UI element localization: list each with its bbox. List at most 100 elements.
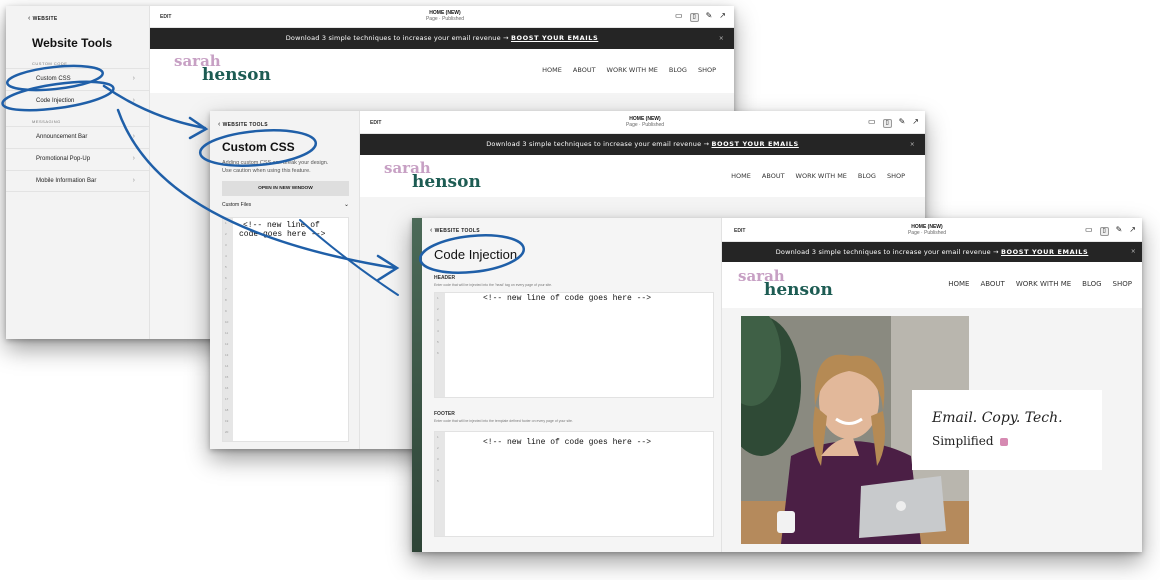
menu-item-announcement-bar[interactable]: Announcement Bar ›	[6, 126, 149, 148]
warning-line2: Use caution when using this feature.	[222, 167, 311, 174]
nav-work-with-me[interactable]: WORK WITH ME	[607, 66, 658, 74]
announcement-link[interactable]: BOOST YOUR EMAILS	[1001, 248, 1088, 256]
warning-line1: Adding custom CSS can break your design.	[222, 160, 329, 166]
nav-shop[interactable]: SHOP	[887, 172, 905, 180]
nav-blog[interactable]: BLOG	[1082, 280, 1101, 288]
header-label: HEADER	[434, 275, 456, 281]
desktop-view-icon[interactable]: ▭	[868, 117, 876, 126]
footer-code-line: <!-- new line of code goes here -->	[483, 438, 652, 447]
page-name: HOME (NEW) Page · Published	[390, 10, 500, 22]
mobile-view-icon[interactable]: ▯	[689, 13, 699, 22]
announcement-bar: Download 3 simple techniques to increase…	[722, 242, 1142, 262]
page-name: HOME (NEW) Page · Published	[872, 224, 982, 236]
menu-item-label: Promotional Pop-Up	[36, 156, 91, 162]
editor-tools: ▭ ▯ ✎ ↗	[861, 117, 919, 128]
chevron-left-icon: ‹	[430, 227, 433, 234]
line-number-gutter: 12345	[435, 432, 445, 536]
panel-title: Website Tools	[32, 36, 113, 50]
site-header: sarah henson HOME ABOUT WORK WITH ME BLOG SH…	[360, 155, 925, 197]
nav-blog[interactable]: BLOG	[669, 66, 687, 74]
mobile-view-icon[interactable]: ▯	[882, 119, 892, 128]
hero-card: Email. Copy. Tech. Simplified	[912, 390, 1102, 470]
expand-icon[interactable]: ↗	[912, 117, 919, 126]
messaging-label: MESSAGING	[32, 119, 61, 124]
chevron-right-icon: ›	[132, 177, 135, 184]
nav-shop[interactable]: SHOP	[1113, 280, 1132, 288]
nav-about[interactable]: ABOUT	[980, 280, 1004, 288]
website-back-link[interactable]: ‹ WEBSITE	[28, 15, 58, 22]
close-icon[interactable]: ×	[1131, 242, 1136, 262]
style-brush-icon[interactable]: ✎	[1116, 225, 1123, 234]
nav-work-with-me[interactable]: WORK WITH ME	[796, 172, 847, 180]
website-tools-back-link[interactable]: ‹ WEBSITE TOOLS	[218, 121, 268, 128]
page-status: Page · Published	[907, 230, 947, 236]
footer-code-editor[interactable]: 12345 <!-- new line of code goes here --…	[434, 431, 714, 537]
close-icon[interactable]: ×	[719, 28, 724, 49]
chevron-right-icon: ›	[132, 155, 135, 162]
custom-files-label: Custom Files	[222, 202, 252, 208]
site-nav: HOME ABOUT WORK WITH ME BLOG SHOP	[937, 280, 1132, 288]
menu-item-mobile-info-bar[interactable]: Mobile Information Bar ›	[6, 170, 149, 192]
edit-button[interactable]: EDIT	[160, 14, 171, 20]
website-tools-back-link[interactable]: ‹ WEBSITE TOOLS	[430, 227, 480, 234]
desktop-view-icon[interactable]: ▭	[1085, 225, 1093, 234]
desktop-view-icon[interactable]: ▭	[675, 11, 683, 20]
header-code-line: <!-- new line of code goes here -->	[483, 294, 652, 303]
chevron-right-icon: ›	[132, 97, 135, 104]
nav-shop[interactable]: SHOP	[698, 66, 716, 74]
site-header: sarah henson HOME ABOUT WORK WITH ME BLOG SH…	[150, 49, 734, 93]
logo-line2: henson	[764, 280, 833, 300]
edit-button[interactable]: EDIT	[370, 120, 381, 126]
nav-blog[interactable]: BLOG	[858, 172, 876, 180]
css-code-editor[interactable]: 1 2 3 4 5 6 7 8 9 10 11 12 13 14 15 16 17 18 19 20 <!-- new…	[222, 217, 349, 442]
header-code-editor[interactable]: 123456 <!-- new line of code goes here -…	[434, 292, 714, 398]
nav-about[interactable]: ABOUT	[573, 66, 596, 74]
edit-button[interactable]: EDIT	[734, 228, 745, 234]
editor-tools: ▭ ▯ ✎ ↗	[1078, 225, 1136, 236]
nav-work-with-me[interactable]: WORK WITH ME	[1016, 280, 1071, 288]
nav-home[interactable]: HOME	[542, 66, 562, 74]
custom-files-dropdown[interactable]: Custom Files ⌄	[222, 202, 349, 208]
announcement-link[interactable]: BOOST YOUR EMAILS	[511, 34, 598, 42]
footer-help: Enter code that will be injected into th…	[434, 419, 573, 423]
menu-item-promotional-popup[interactable]: Promotional Pop-Up ›	[6, 148, 149, 170]
page-status: Page · Published	[625, 122, 665, 128]
menu-item-code-injection[interactable]: Code Injection ›	[6, 90, 149, 112]
hero-subtitle: Simplified	[932, 434, 994, 448]
expand-icon[interactable]: ↗	[1129, 225, 1136, 234]
menu-item-label: Announcement Bar	[36, 134, 88, 140]
page-status: Page · Published	[425, 16, 465, 22]
nav-home[interactable]: HOME	[948, 280, 969, 288]
custom-css-panel: ‹ WEBSITE TOOLS Custom CSS Adding custom …	[210, 111, 360, 449]
style-brush-icon[interactable]: ✎	[706, 11, 713, 20]
announcement-bar: Download 3 simple techniques to increase…	[150, 28, 734, 49]
mobile-view-icon[interactable]: ▯	[1099, 227, 1109, 236]
back-label: WEBSITE TOOLS	[222, 122, 268, 128]
website-tools-panel: ‹ WEBSITE Website Tools CUSTOM CODE Custo…	[6, 6, 150, 339]
hero-subtitle-row: Simplified	[932, 434, 1009, 448]
menu-item-custom-css[interactable]: Custom CSS ›	[6, 68, 149, 90]
announcement-link[interactable]: BOOST YOUR EMAILS	[711, 140, 798, 148]
css-code-line2: code goes here -->	[239, 230, 326, 239]
css-warning: Adding custom CSS can break your design.…	[222, 160, 328, 176]
close-icon[interactable]: ×	[910, 134, 915, 155]
open-in-new-window-button[interactable]: OPEN IN NEW WINDOW	[222, 181, 349, 196]
site-header: sarah henson HOME ABOUT WORK WITH ME BLOG SH…	[722, 262, 1142, 308]
chevron-right-icon: ›	[132, 133, 135, 140]
panel-title: Custom CSS	[222, 140, 295, 154]
style-brush-icon[interactable]: ✎	[899, 117, 906, 126]
logo-line2: henson	[202, 65, 271, 85]
chevron-down-icon: ⌄	[343, 202, 349, 208]
announcement-bar: Download 3 simple techniques to increase…	[360, 134, 925, 155]
announcement-text: Download 3 simple techniques to increase…	[285, 34, 509, 42]
nav-about[interactable]: ABOUT	[762, 172, 785, 180]
nav-home[interactable]: HOME	[731, 172, 751, 180]
expand-icon[interactable]: ↗	[719, 11, 726, 20]
chevron-right-icon: ›	[132, 75, 135, 82]
editor-top-bar: EDIT HOME (NEW) Page · Published ▭ ▯ ✎ ↗	[360, 111, 925, 134]
line-number-gutter: 123456	[435, 293, 445, 397]
logo-line2: henson	[412, 172, 481, 192]
hero-title: Email. Copy. Tech.	[932, 410, 1063, 426]
sparkle-icon	[1000, 437, 1009, 446]
menu-item-label: Code Injection	[36, 98, 75, 104]
